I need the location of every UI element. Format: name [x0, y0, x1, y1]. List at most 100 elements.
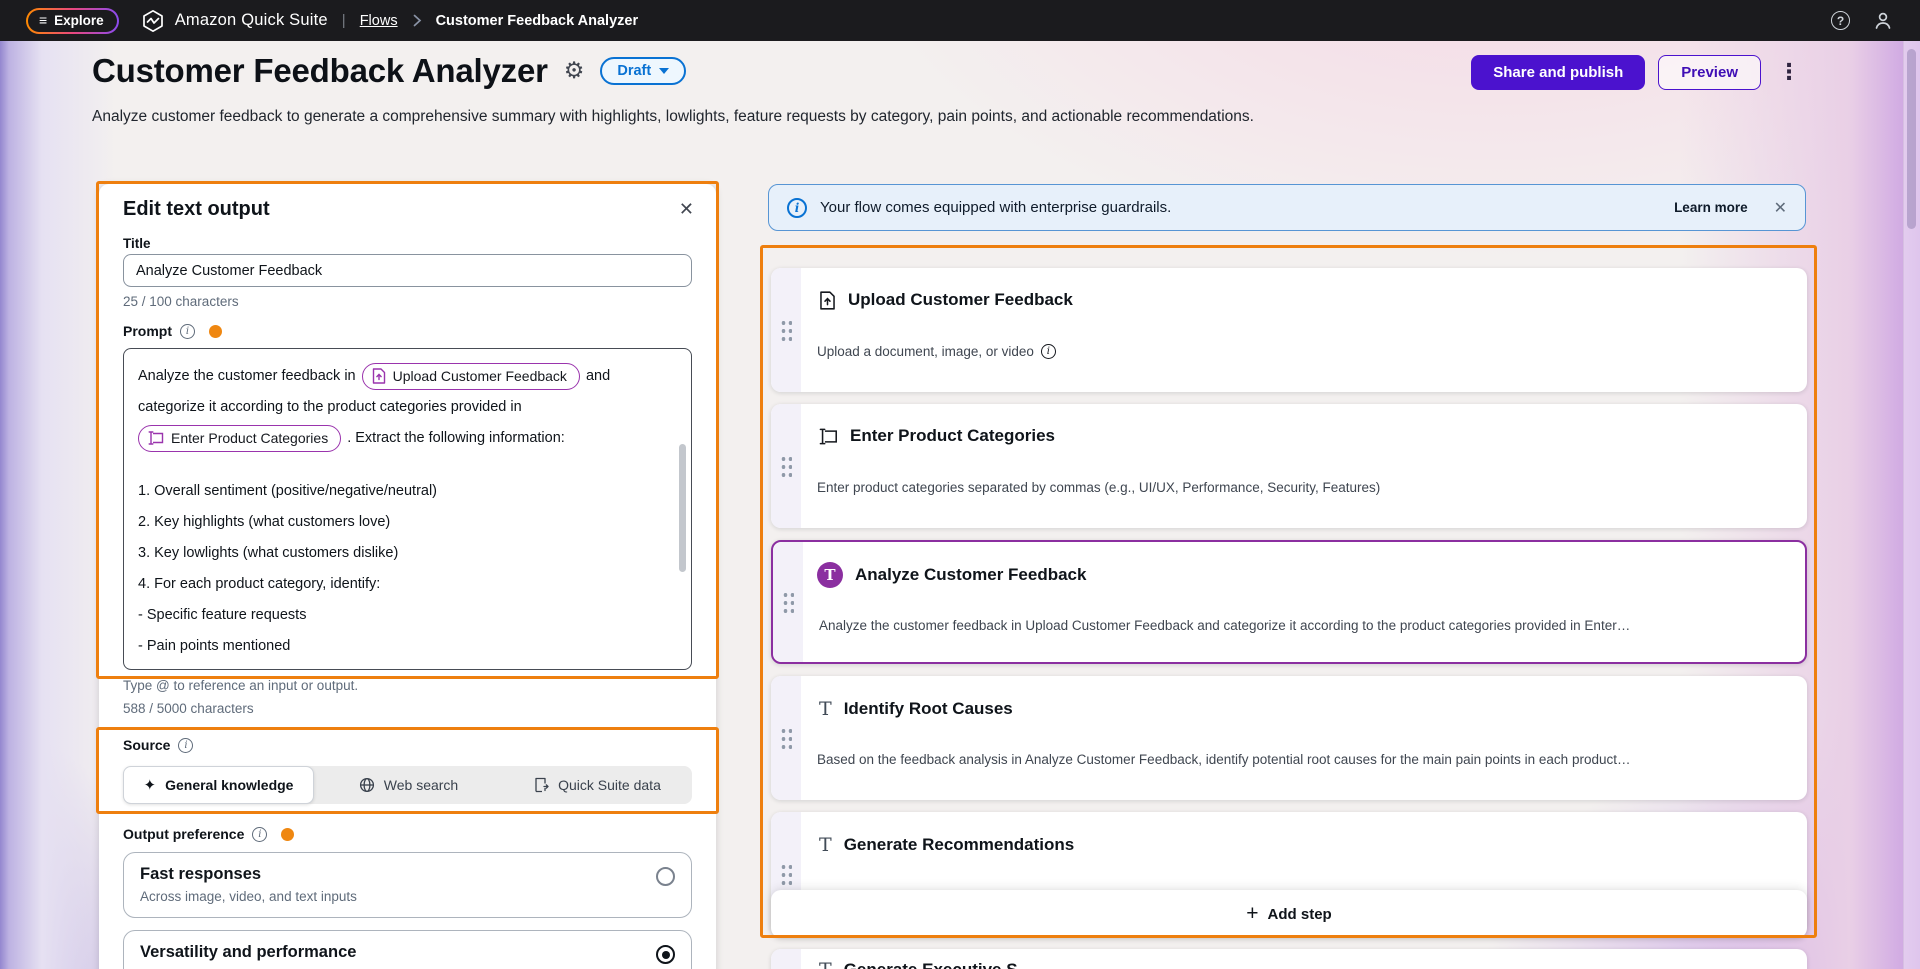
info-icon[interactable]: i — [1041, 344, 1056, 359]
breadcrumb-current: Customer Feedback Analyzer — [436, 13, 639, 29]
prompt-editor[interactable]: Analyze the customer feedback in Upload … — [123, 348, 692, 670]
text-output-icon: T — [819, 698, 832, 720]
attention-dot — [281, 828, 294, 841]
prompt-line: - Specific feature requests — [138, 600, 665, 631]
prompt-scrollbar[interactable] — [679, 444, 686, 572]
prompt-text: categorize it according to the product c… — [138, 392, 665, 423]
add-step-button[interactable]: + Add step — [771, 890, 1807, 938]
drag-dots-icon — [782, 591, 794, 613]
share-and-publish-button[interactable]: Share and publish — [1471, 55, 1645, 90]
radio-selected[interactable] — [656, 945, 675, 964]
add-step-label: Add step — [1268, 906, 1332, 923]
option-fast-responses[interactable]: Fast responses Across image, video, and … — [123, 852, 692, 918]
output-preference-label: Output preference — [123, 826, 244, 842]
step-card-analyze[interactable]: T Analyze Customer Feedback Analyze the … — [771, 540, 1807, 664]
drag-dots-icon — [780, 455, 792, 477]
option-versatility[interactable]: Versatility and performance — [123, 930, 692, 969]
title-input[interactable] — [123, 254, 692, 287]
guardrails-banner: i Your flow comes equipped with enterpri… — [768, 184, 1806, 231]
banner-close-icon[interactable]: ✕ — [1774, 198, 1787, 217]
reference-chip-categories[interactable]: Enter Product Categories — [138, 425, 341, 452]
topbar: ≡ Explore Amazon Quick Suite | Flows Cus… — [0, 0, 1920, 41]
explore-label: Explore — [54, 13, 104, 28]
page-description: Analyze customer feedback to generate a … — [92, 108, 1512, 126]
step-card-root-causes[interactable]: T Identify Root Causes Based on the feed… — [771, 676, 1807, 800]
info-icon[interactable]: i — [252, 827, 267, 842]
tab-label: General knowledge — [165, 777, 293, 793]
title-label: Title — [123, 236, 151, 251]
reference-chip-upload[interactable]: Upload Customer Feedback — [362, 363, 580, 390]
prompt-text: Analyze the customer feedback in — [138, 361, 356, 392]
prompt-char-count: 588 / 5000 characters — [123, 701, 254, 716]
info-icon[interactable]: i — [180, 324, 195, 339]
prompt-line: 3. Key lowlights (what customers dislike… — [138, 538, 665, 569]
upload-file-icon — [372, 368, 386, 384]
option-title: Versatility and performance — [140, 943, 675, 962]
source-tabs: ✦ General knowledge Web search Quick Sui… — [123, 766, 692, 804]
prompt-line: 4. For each product category, identify: — [138, 569, 665, 600]
step-card-executive-summary-partial[interactable]: T Generate Executive S — [771, 949, 1807, 969]
breadcrumb-separator: | — [342, 12, 346, 29]
drag-handle[interactable] — [771, 676, 801, 800]
radio-unselected[interactable] — [656, 867, 675, 886]
chevron-right-icon — [412, 14, 422, 27]
step-description: Enter product categories separated by co… — [817, 480, 1380, 495]
tab-label: Quick Suite data — [558, 777, 661, 793]
attention-dot — [209, 325, 222, 338]
close-icon[interactable]: ✕ — [679, 199, 694, 220]
explore-button[interactable]: ≡ Explore — [26, 8, 119, 34]
option-subtitle: Across image, video, and text inputs — [140, 889, 675, 904]
status-dropdown[interactable]: Draft — [600, 57, 686, 85]
tab-quick-suite-data[interactable]: Quick Suite data — [503, 766, 692, 804]
prompt-hint: Type @ to reference an input or output. — [123, 678, 358, 693]
globe-icon — [359, 777, 375, 793]
panel-heading: Edit text output — [123, 198, 270, 221]
text-input-icon — [148, 431, 164, 445]
brand-name: Amazon Quick Suite — [175, 11, 328, 30]
caret-down-icon — [659, 68, 669, 74]
hamburger-icon: ≡ — [39, 13, 47, 27]
page-scrollbar[interactable] — [1903, 41, 1920, 969]
option-title: Fast responses — [140, 865, 675, 884]
plus-icon: + — [1246, 902, 1258, 926]
gear-icon[interactable]: ⚙ — [564, 58, 585, 84]
header: Customer Feedback Analyzer ⚙ Draft — [92, 52, 686, 90]
banner-text: Your flow comes equipped with enterprise… — [820, 199, 1171, 216]
step-card-upload[interactable]: Upload Customer Feedback Upload a docume… — [771, 268, 1807, 392]
text-output-badge-icon: T — [817, 562, 843, 588]
preview-button[interactable]: Preview — [1658, 55, 1761, 90]
tab-label: Web search — [384, 777, 458, 793]
drag-handle[interactable] — [771, 268, 801, 392]
drag-handle[interactable] — [771, 404, 801, 528]
brand: Amazon Quick Suite — [141, 9, 328, 33]
page-scrollbar-thumb[interactable] — [1907, 49, 1916, 229]
breadcrumb-flows-link[interactable]: Flows — [360, 13, 398, 29]
drag-dots-icon — [780, 319, 792, 341]
tab-web-search[interactable]: Web search — [314, 766, 503, 804]
source-label: Source — [123, 737, 170, 753]
step-card-categories[interactable]: Enter Product Categories Enter product c… — [771, 404, 1807, 528]
drag-handle[interactable] — [773, 542, 803, 662]
info-icon[interactable]: i — [178, 738, 193, 753]
kebab-menu-icon[interactable]: ⋮ — [1774, 60, 1804, 85]
prompt-line: 2. Key highlights (what customers love) — [138, 507, 665, 538]
learn-more-link[interactable]: Learn more — [1674, 200, 1748, 215]
step-description: Based on the feedback analysis in Analyz… — [817, 752, 1630, 767]
status-badge: Draft — [617, 63, 651, 79]
step-title: Analyze Customer Feedback — [855, 565, 1086, 585]
help-icon[interactable]: ? — [1831, 11, 1850, 30]
prompt-text: . Extract the following information: — [347, 423, 565, 454]
sparkle-icon: ✦ — [144, 776, 157, 794]
chip-label: Enter Product Categories — [171, 428, 328, 448]
prompt-label: Prompt — [123, 323, 172, 339]
edit-text-output-panel: Edit text output ✕ Title 25 / 100 charac… — [99, 184, 716, 969]
drag-handle[interactable] — [771, 949, 801, 969]
chip-label: Upload Customer Feedback — [393, 366, 567, 386]
step-title: Upload Customer Feedback — [848, 290, 1073, 310]
drag-dots-icon — [780, 863, 792, 885]
quick-suite-logo-icon — [141, 9, 165, 33]
step-description: Upload a document, image, or video — [817, 344, 1034, 359]
user-icon[interactable] — [1872, 10, 1894, 32]
step-title: Identify Root Causes — [844, 699, 1013, 719]
tab-general-knowledge[interactable]: ✦ General knowledge — [123, 766, 314, 804]
